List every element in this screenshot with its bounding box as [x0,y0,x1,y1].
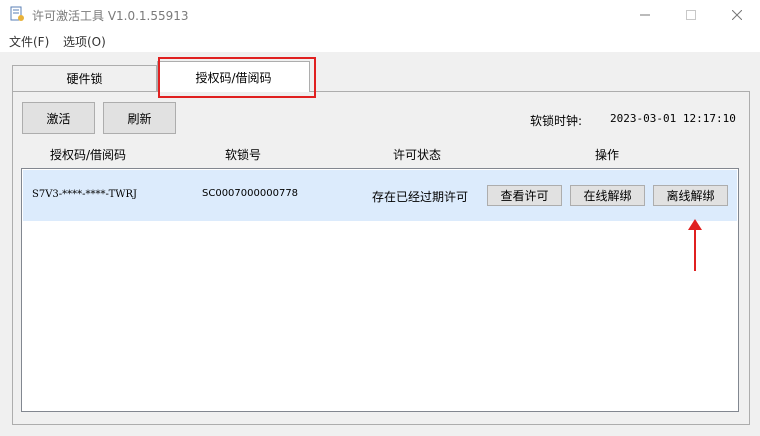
license-status-cell: 存在已经过期许可 [372,190,469,204]
lock-id-cell: SC0007000000778 [202,188,299,199]
tab-auth-code[interactable]: 授权码/借阅码 [157,61,310,92]
menu-bar: 文件(F) 选项(O) [0,30,760,52]
view-license-button[interactable]: 查看许可 [487,185,562,206]
tab-hardware-lock[interactable]: 硬件锁 [12,65,157,91]
refresh-button[interactable]: 刷新 [103,102,176,134]
minimize-icon [640,14,650,16]
license-list[interactable]: S7V3-****-****-TWRJ SC0007000000778 存在已经… [21,168,739,412]
soft-lock-clock-value: 2023-03-01 12:17:10 [610,112,736,125]
column-header-actions: 操作 [595,148,620,162]
app-icon [10,6,24,21]
tab-label: 硬件锁 [66,72,103,86]
column-header-code: 授权码/借阅码 [50,148,127,162]
title-bar: 许可激活工具 V1.0.1.55913 [0,0,760,30]
up-arrow-icon [688,219,702,271]
menu-file[interactable]: 文件(F) [9,33,49,50]
maximize-button[interactable] [668,0,714,30]
close-icon [732,10,742,20]
tab-label: 授权码/借阅码 [195,70,272,85]
table-row[interactable]: S7V3-****-****-TWRJ SC0007000000778 存在已经… [23,170,737,221]
menu-options[interactable]: 选项(O) [63,33,106,50]
window-title: 许可激活工具 V1.0.1.55913 [32,9,189,23]
app-window: 许可激活工具 V1.0.1.55913 文件(F) 选项(O) 硬件锁 授权码/… [0,0,760,436]
minimize-button[interactable] [622,0,668,30]
close-button[interactable] [714,0,760,30]
soft-lock-clock-label: 软锁时钟: [530,114,583,128]
activate-button[interactable]: 激活 [22,102,95,134]
maximize-icon [686,10,696,20]
online-unbind-button[interactable]: 在线解绑 [570,185,645,206]
column-header-status: 许可状态 [393,148,442,162]
offline-unbind-button[interactable]: 离线解绑 [653,185,728,206]
column-header-lock-id: 软锁号 [225,148,262,162]
auth-code-cell: S7V3-****-****-TWRJ [32,189,138,200]
